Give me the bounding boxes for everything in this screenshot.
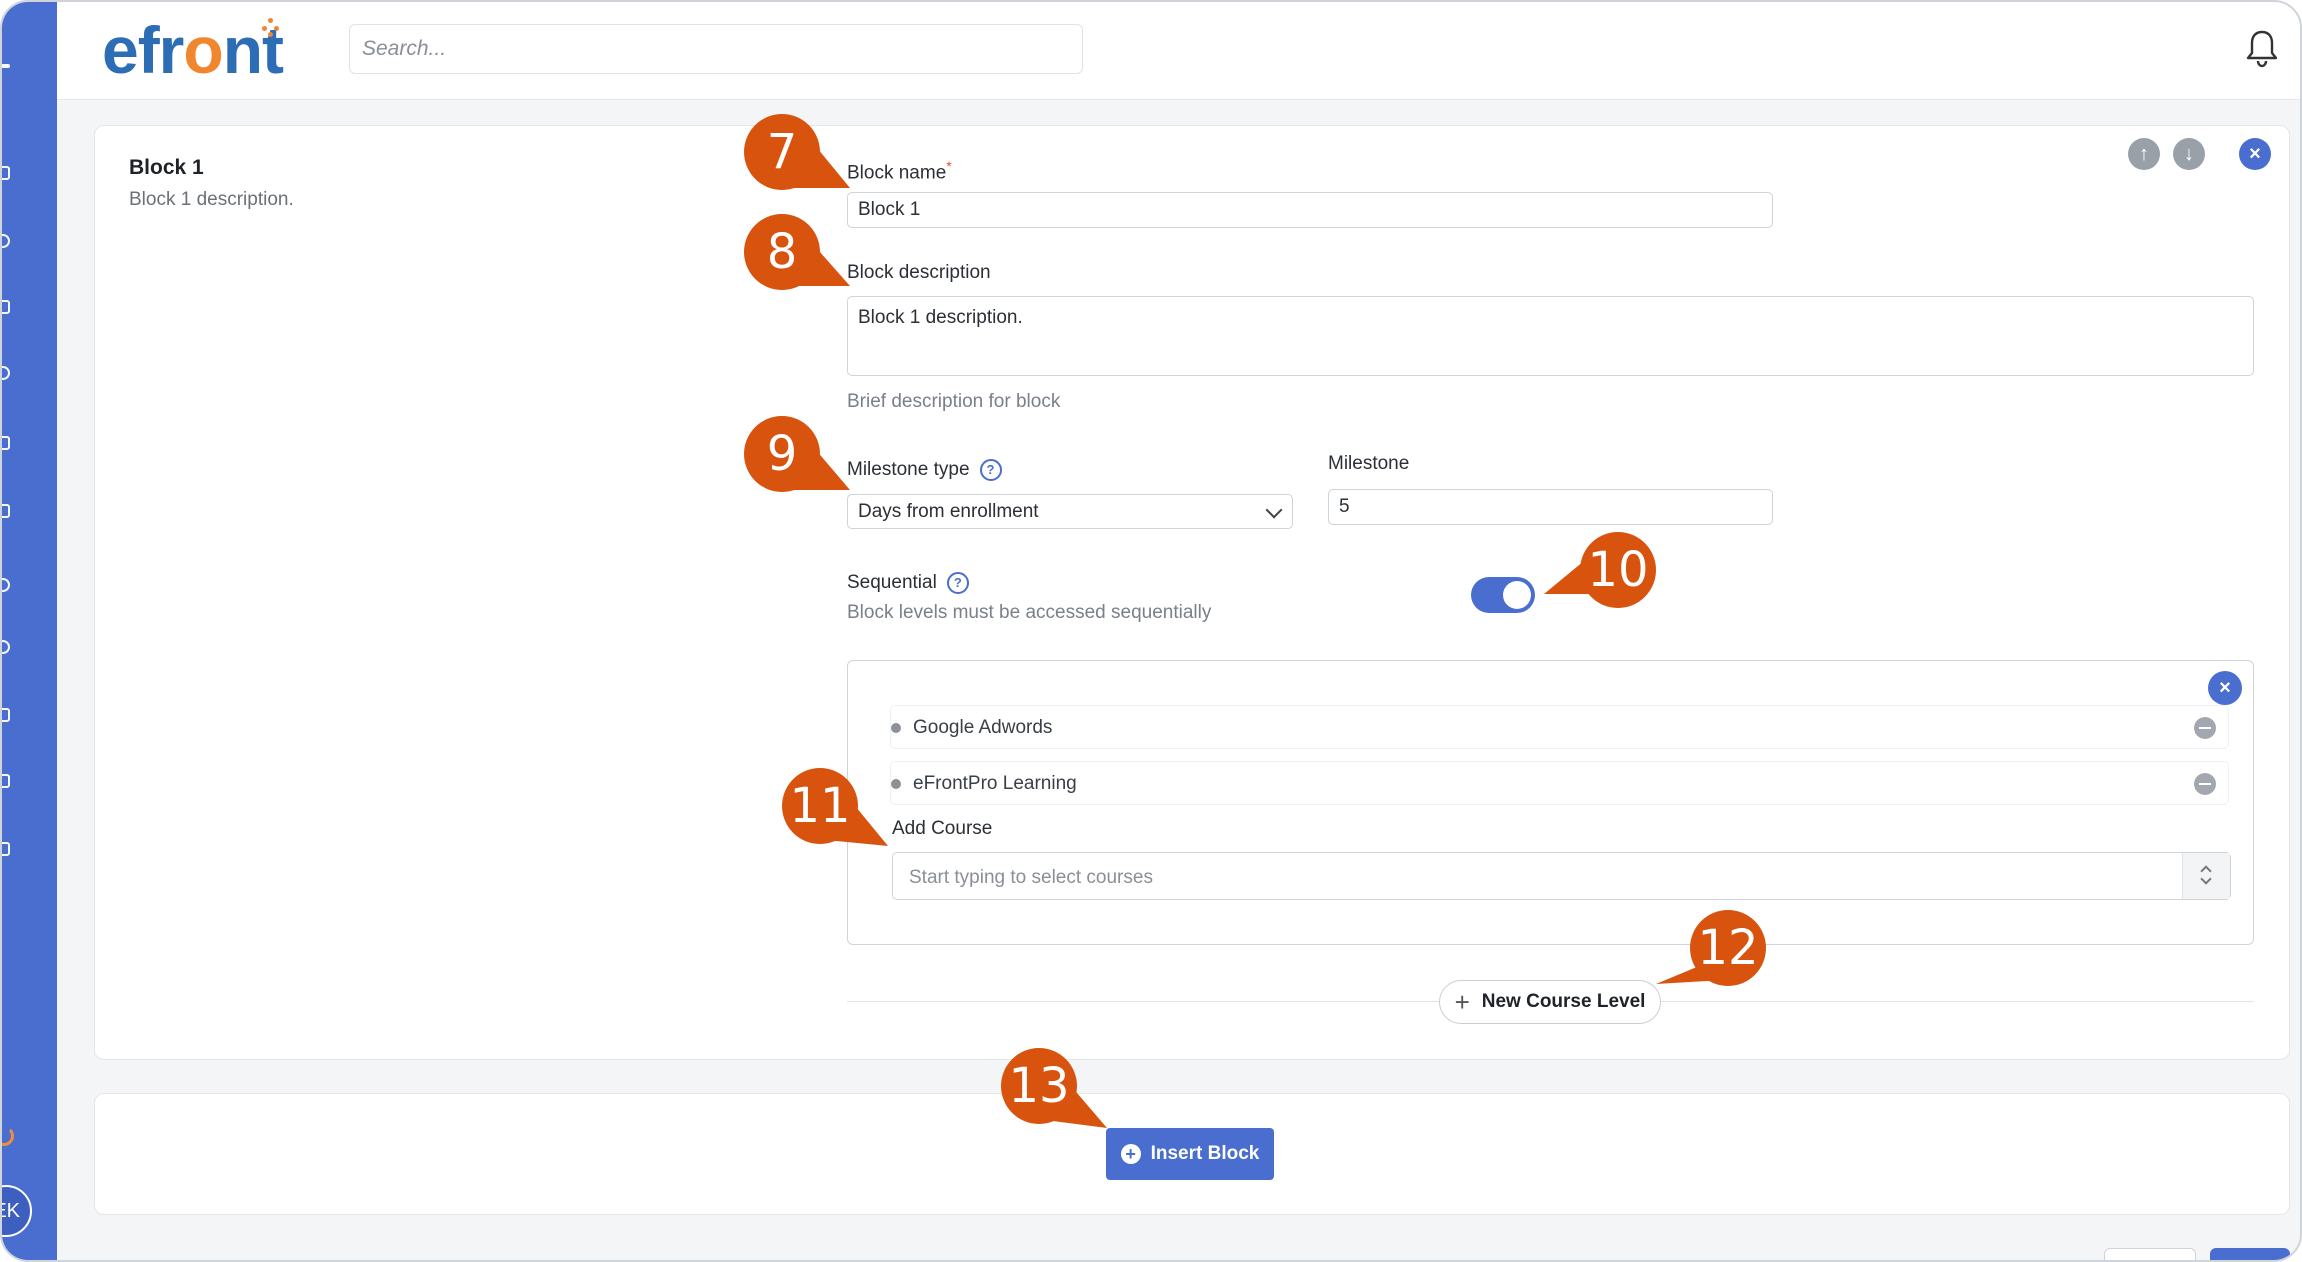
- drag-handle-icon[interactable]: [891, 779, 901, 789]
- help-icon[interactable]: [2, 366, 10, 380]
- insert-block-label: Insert Block: [1150, 1143, 1260, 1164]
- loading-icon: [2, 1126, 14, 1146]
- search-input[interactable]: [349, 24, 1083, 74]
- close-icon: ×: [2219, 676, 2231, 699]
- logo-text-o: o: [183, 13, 223, 87]
- toggle-knob: [1503, 581, 1531, 609]
- course-name: Google Adwords: [913, 717, 1053, 738]
- logo-dots-icon: [262, 18, 282, 38]
- arrow-up-icon: ↑: [2139, 142, 2149, 165]
- block-description-hint: Brief description for block: [847, 391, 1061, 412]
- avatar[interactable]: EK: [2, 1185, 32, 1237]
- remove-block-button[interactable]: ×: [2239, 138, 2271, 170]
- plus-icon: +: [1454, 987, 1470, 1017]
- callout-12: 12: [1656, 910, 1766, 986]
- milestone-type-label: Milestone type?: [847, 459, 1002, 481]
- settings-icon[interactable]: [2, 436, 10, 450]
- block-summary-description: Block 1 description.: [129, 189, 294, 210]
- new-course-level-label: New Course Level: [1481, 991, 1646, 1012]
- sequential-label: Sequential?: [847, 572, 969, 594]
- catalog-icon[interactable]: [2, 842, 10, 856]
- milestone-type-value: Days from enrollment: [858, 500, 1039, 522]
- reports-icon[interactable]: [2, 578, 10, 592]
- plugins-icon[interactable]: [2, 774, 10, 788]
- new-course-level-button[interactable]: + New Course Level: [1439, 980, 1661, 1024]
- chevron-down-icon: [1265, 501, 1283, 519]
- remove-course-icon[interactable]: [2194, 717, 2216, 739]
- block-description-textarea[interactable]: Block 1 description.: [847, 296, 2254, 376]
- callout-8: 8: [744, 214, 850, 290]
- move-down-button[interactable]: ↓: [2173, 138, 2205, 170]
- course-row[interactable]: Google Adwords: [890, 705, 2229, 749]
- remove-course-level-button[interactable]: ×: [2208, 671, 2242, 705]
- sequential-help-icon[interactable]: ?: [946, 572, 969, 594]
- course-name: eFrontPro Learning: [913, 773, 1077, 794]
- sequential-toggle[interactable]: [1471, 577, 1535, 613]
- certifications-icon[interactable]: [2, 708, 10, 722]
- block-name-value: Block 1: [858, 199, 921, 220]
- add-course-select[interactable]: Start typing to select courses: [892, 852, 2231, 900]
- callout-7: 7: [744, 114, 850, 190]
- groups-icon[interactable]: [2, 640, 10, 654]
- notifications-bell-icon[interactable]: [2245, 28, 2279, 68]
- save-button[interactable]: [2210, 1248, 2290, 1260]
- add-course-label: Add Course: [892, 818, 993, 839]
- insert-block-button[interactable]: + Insert Block: [1106, 1128, 1274, 1180]
- sidebar: EK: [2, 2, 57, 1260]
- select-arrows-icon[interactable]: [2182, 853, 2230, 899]
- drag-handle-icon[interactable]: [891, 723, 901, 733]
- block-title: Block 1: [129, 156, 204, 179]
- milestone-value: 5: [1339, 496, 1350, 517]
- arrow-down-icon: ↓: [2184, 142, 2194, 165]
- block-description-label: Block description: [847, 262, 991, 283]
- avatar-initials: EK: [2, 1199, 20, 1222]
- milestone-type-select[interactable]: Days from enrollment: [847, 494, 1293, 529]
- remove-course-icon[interactable]: [2194, 773, 2216, 795]
- required-mark: *: [946, 158, 952, 174]
- milestone-input[interactable]: 5: [1328, 489, 1773, 525]
- move-up-button[interactable]: ↑: [2128, 138, 2160, 170]
- efront-logo[interactable]: efront: [102, 12, 284, 88]
- add-course-placeholder: Start typing to select courses: [909, 867, 1153, 888]
- course-row[interactable]: eFrontPro Learning: [890, 761, 2229, 805]
- cancel-button[interactable]: [2104, 1248, 2196, 1260]
- menu-icon[interactable]: [2, 64, 10, 68]
- top-bar: efront: [57, 2, 2300, 100]
- plus-circle-icon: +: [1120, 1144, 1141, 1164]
- block-description-value: Block 1 description.: [858, 307, 1023, 328]
- dashboard-icon[interactable]: [2, 166, 10, 180]
- callout-9: 9: [744, 416, 850, 492]
- milestone-type-help-icon[interactable]: ?: [979, 459, 1002, 481]
- course-level-box: × Google Adwords eFrontPro Learning Add …: [847, 660, 2254, 945]
- sequential-hint: Block levels must be accessed sequential…: [847, 602, 1212, 623]
- block-name-input[interactable]: Block 1: [847, 192, 1773, 228]
- app-window: EK efront Block 1 Block 1 description. ↑…: [0, 0, 2302, 1262]
- milestone-label: Milestone: [1328, 453, 1410, 474]
- block-name-label: Block name*: [847, 158, 952, 184]
- courses-icon[interactable]: [2, 300, 10, 314]
- users-icon[interactable]: [2, 234, 10, 248]
- callout-10: 10: [1544, 532, 1656, 608]
- close-icon: ×: [2249, 142, 2261, 165]
- edit-icon[interactable]: [2, 504, 10, 518]
- callout-13: 13: [1001, 1048, 1107, 1128]
- callout-11: 11: [782, 768, 888, 846]
- logo-text-start: efr: [102, 13, 184, 87]
